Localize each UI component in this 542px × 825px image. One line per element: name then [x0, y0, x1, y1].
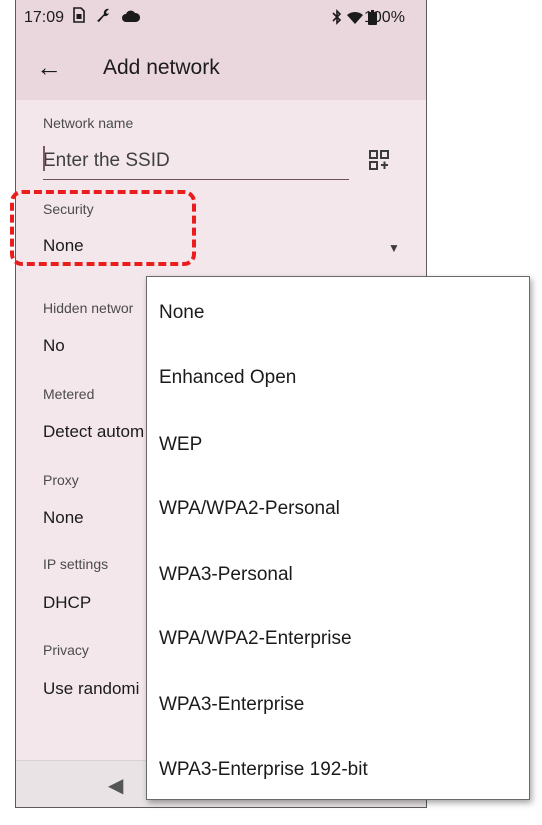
menu-item-enhanced-open[interactable]: Enhanced Open	[159, 367, 296, 389]
status-time: 17:09	[24, 9, 65, 26]
dropdown-arrow-icon[interactable]: ▼	[388, 241, 400, 255]
sim-icon	[73, 7, 95, 27]
app-bar: ← Add network	[16, 36, 426, 100]
ssid-input[interactable]	[43, 145, 349, 180]
security-dropdown-menu: None Enhanced Open WEP WPA/WPA2-Personal…	[146, 276, 530, 800]
hidden-network-label: Hidden networ	[43, 300, 134, 316]
cloud-icon	[121, 10, 140, 27]
page-title: Add network	[103, 56, 220, 79]
status-bar: 17:09 100%	[16, 0, 426, 36]
metered-label: Metered	[43, 386, 95, 402]
ip-settings-value[interactable]: DHCP	[43, 593, 91, 613]
status-left-icons	[73, 7, 140, 28]
privacy-label: Privacy	[43, 642, 89, 658]
menu-item-wpa-wpa2-personal[interactable]: WPA/WPA2-Personal	[159, 498, 340, 520]
menu-item-none[interactable]: None	[159, 302, 204, 324]
menu-item-wpa3-enterprise-192-bit[interactable]: WPA3-Enterprise 192-bit	[159, 759, 368, 781]
security-value[interactable]: None	[43, 236, 84, 256]
wrench-icon	[95, 8, 121, 27]
proxy-value[interactable]: None	[43, 508, 84, 528]
security-label: Security	[43, 201, 94, 217]
menu-item-wpa-wpa2-enterprise[interactable]: WPA/WPA2-Enterprise	[159, 628, 352, 650]
network-name-label: Network name	[43, 115, 134, 131]
ip-settings-label: IP settings	[43, 556, 109, 572]
metered-value[interactable]: Detect autom	[43, 422, 144, 442]
menu-item-wpa3-enterprise[interactable]: WPA3-Enterprise	[159, 694, 304, 716]
hidden-network-value[interactable]: No	[43, 336, 65, 356]
menu-item-wep[interactable]: WEP	[159, 434, 202, 456]
qr-scan-icon[interactable]	[369, 150, 389, 175]
back-arrow-icon[interactable]: ←	[36, 54, 62, 80]
nav-back-icon[interactable]: ◀	[108, 773, 123, 798]
menu-item-wpa3-personal[interactable]: WPA3-Personal	[159, 564, 293, 586]
proxy-label: Proxy	[43, 472, 79, 488]
bluetooth-icon	[332, 9, 346, 29]
battery-percent: 100%	[364, 9, 405, 26]
privacy-value[interactable]: Use randomi	[43, 679, 139, 699]
text-cursor	[43, 146, 45, 171]
